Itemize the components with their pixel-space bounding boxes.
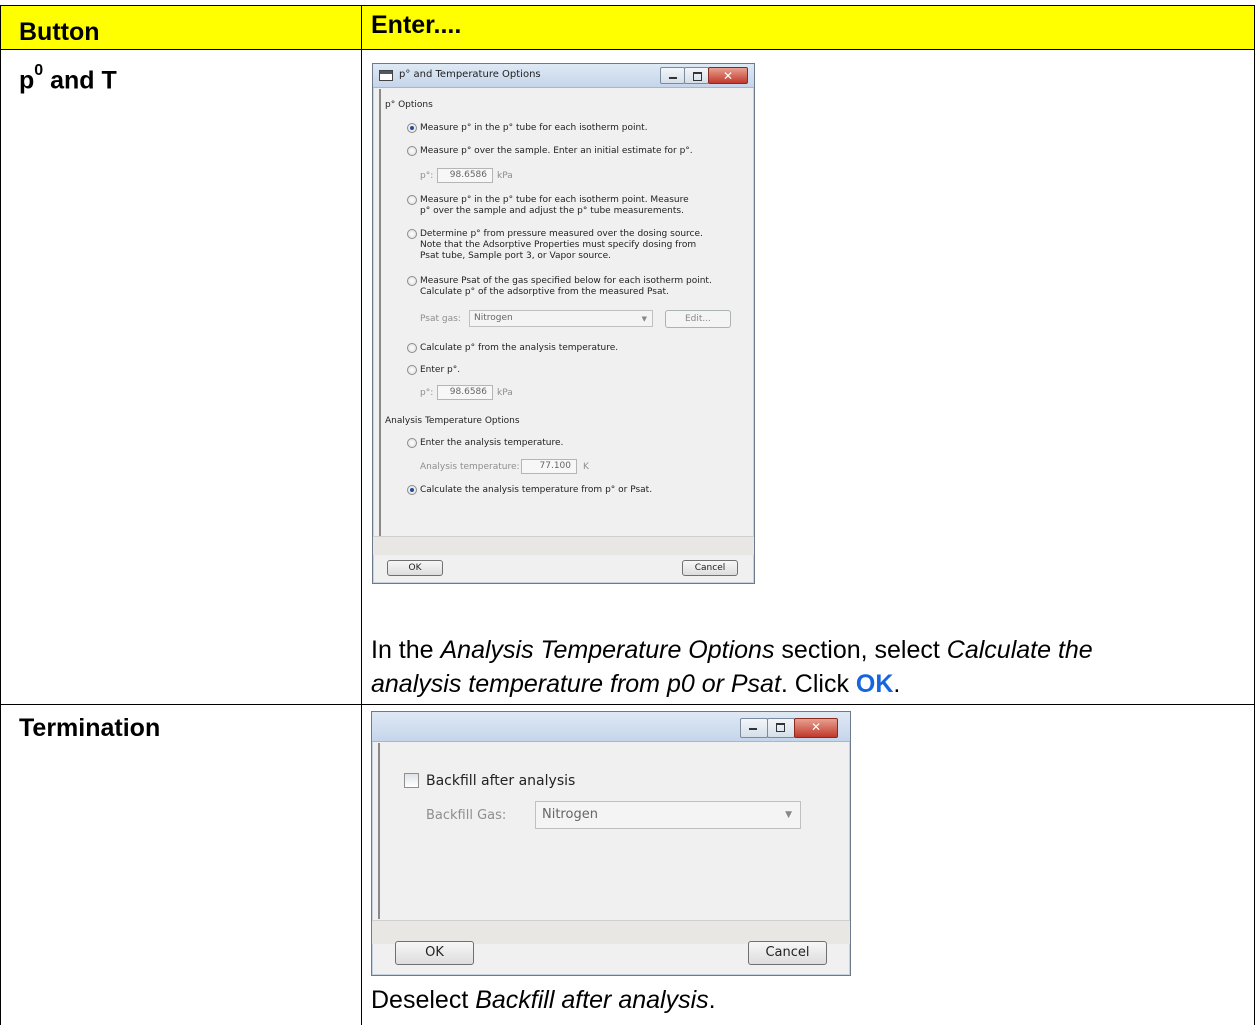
ok-button[interactable]: OK: [395, 941, 474, 965]
analysis-temp-unit: K: [583, 462, 589, 472]
chevron-down-icon: ▼: [785, 810, 792, 820]
radio-measure-psat[interactable]: [407, 276, 417, 286]
psat-gas-value: Nitrogen: [474, 313, 513, 323]
table-left-border: [0, 5, 1, 1025]
p0-field2-label: p°:: [420, 388, 434, 398]
dialog-title-bar: p° and Temperature Options: [373, 64, 754, 88]
p0-field2-input[interactable]: 98.6586: [437, 385, 493, 400]
label-and-t: and T: [43, 66, 117, 95]
radio-determine-dosing-source[interactable]: [407, 229, 417, 239]
dialog-title: p° and Temperature Options: [399, 69, 541, 80]
close-icon[interactable]: [794, 718, 838, 738]
option-enter-p0: Enter p°.: [420, 365, 461, 375]
radio-calc-temperature[interactable]: [407, 485, 417, 495]
option-dosing-l1: Determine p° from pressure measured over…: [420, 229, 703, 239]
p0-field1-label: p°:: [420, 171, 434, 181]
dialog-body: p° Options Measure p° in the p° tube for…: [379, 89, 748, 539]
row-label-termination: Termination: [19, 714, 161, 742]
row1-instruction: In the Analysis Temperature Options sect…: [371, 636, 1093, 698]
analysis-temp-label: Analysis temperature:: [420, 462, 520, 472]
option-psat-l2: Calculate p° of the adsorptive from the …: [420, 287, 669, 297]
option-measure-and-adjust-l1: Measure p° in the p° tube for each isoth…: [420, 195, 689, 205]
minimize-icon[interactable]: [660, 67, 685, 84]
row-label-p0-and-t: p0 and T: [19, 62, 117, 95]
table-header-band: [0, 5, 1255, 49]
table-top-border: [0, 5, 1255, 6]
column-divider: [361, 5, 362, 1025]
backfill-label: Backfill after analysis: [426, 773, 576, 789]
dialog2-body: Backfill after analysis Backfill Gas: Ni…: [378, 743, 844, 919]
backfill-checkbox[interactable]: [404, 773, 419, 788]
analysis-temp-input[interactable]: 77.100: [521, 459, 577, 474]
option-calc-p0-from-temp: Calculate p° from the analysis temperatu…: [420, 343, 619, 353]
radio-enter-p0[interactable]: [407, 365, 417, 375]
backfill-gas-value: Nitrogen: [542, 807, 598, 822]
label-p: p: [19, 66, 35, 95]
option-dosing-l2: Note that the Adsorptive Properties must…: [420, 240, 697, 250]
option-measure-and-adjust-l2: p° over the sample and adjust the p° tub…: [420, 206, 684, 216]
option-measure-p0-sample: Measure p° over the sample. Enter an ini…: [420, 146, 693, 156]
p0-options-heading: p° Options: [385, 100, 433, 110]
radio-measure-p0-tube[interactable]: [407, 123, 417, 133]
p0-temperature-options-dialog: p° and Temperature Options p° Options Me…: [372, 63, 755, 584]
option-dosing-l3: Psat tube, Sample port 3, or Vapor sourc…: [420, 251, 611, 261]
ok-reference: OK: [855, 670, 894, 698]
radio-calc-p0-from-temp[interactable]: [407, 343, 417, 353]
psat-gas-label: Psat gas:: [420, 314, 461, 324]
p0-field1-unit: kPa: [497, 171, 513, 181]
header-divider: [0, 49, 1255, 50]
backfill-gas-label: Backfill Gas:: [426, 808, 507, 823]
temp-options-heading: Analysis Temperature Options: [385, 416, 520, 426]
option-measure-p0-tube: Measure p° in the p° tube for each isoth…: [420, 123, 648, 133]
maximize-icon[interactable]: [767, 718, 795, 738]
row2-instruction: Deselect Backfill after analysis.: [371, 986, 716, 1014]
header-enter: Enter....: [371, 11, 462, 39]
chevron-down-icon: ▼: [641, 315, 647, 323]
backfill-gas-dropdown[interactable]: Nitrogen ▼: [535, 801, 801, 829]
row-divider: [0, 704, 1255, 705]
cancel-button[interactable]: Cancel: [682, 560, 738, 576]
caption-buttons: [660, 67, 748, 84]
close-icon[interactable]: [708, 67, 748, 84]
p0-field1-input[interactable]: 98.6586: [437, 168, 493, 183]
dialog2-title-bar: [372, 712, 850, 742]
radio-measure-p0-sample[interactable]: [407, 146, 417, 156]
caption-buttons: [740, 718, 838, 738]
ok-button[interactable]: OK: [387, 560, 443, 576]
termination-dialog: Backfill after analysis Backfill Gas: Ni…: [371, 711, 851, 976]
option-calc-temperature: Calculate the analysis temperature from …: [420, 485, 653, 495]
edit-button[interactable]: Edit...: [665, 310, 731, 328]
radio-enter-temperature[interactable]: [407, 438, 417, 448]
radio-measure-and-adjust[interactable]: [407, 195, 417, 205]
cancel-button[interactable]: Cancel: [748, 941, 827, 965]
label-superscript: 0: [34, 62, 44, 79]
dialog-status-strip: [373, 536, 754, 555]
window-icon: [379, 70, 393, 81]
option-enter-temperature: Enter the analysis temperature.: [420, 438, 564, 448]
p0-field2-unit: kPa: [497, 388, 513, 398]
minimize-icon[interactable]: [740, 718, 768, 738]
maximize-icon[interactable]: [684, 67, 709, 84]
psat-gas-dropdown[interactable]: Nitrogen ▼: [469, 310, 653, 327]
header-button: Button: [19, 18, 100, 46]
option-psat-l1: Measure Psat of the gas specified below …: [420, 276, 712, 286]
